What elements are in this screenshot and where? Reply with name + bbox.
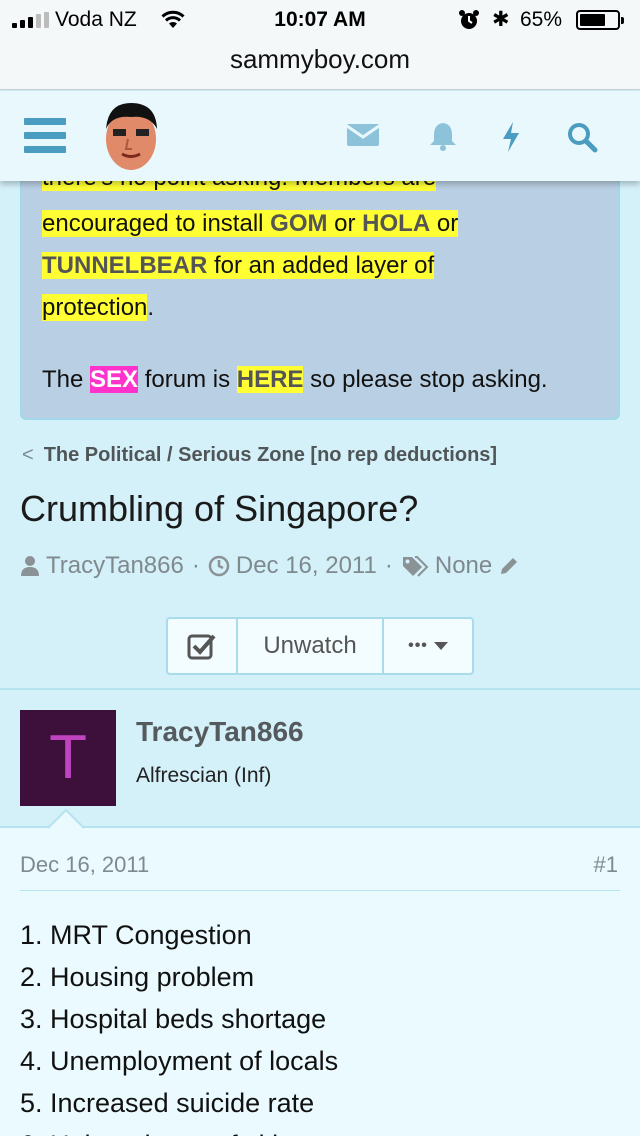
thread-tags: None [434,552,493,579]
checkbox-icon [187,634,216,660]
meta-separator: · [384,552,393,579]
bluetooth-icon: ✱ [492,8,510,31]
caret-down-icon [433,642,448,650]
bell-icon[interactable] [429,121,457,151]
post-username[interactable]: TracyTan866 [136,716,304,748]
notice-line-5: The SEX forum is HERE so please stop ask… [42,366,548,393]
post-date[interactable]: Dec 16, 2011 [20,852,149,878]
thread-actions: Unwatch ••• [166,617,474,675]
gom-link[interactable]: GOM [270,210,328,237]
breadcrumb[interactable]: < The Political / Serious Zone [no rep de… [22,444,497,467]
list-item: 6. Unhappiness of citizens [20,1124,338,1136]
address-bar[interactable]: sammyboy.com [0,40,640,90]
envelope-icon[interactable] [346,121,380,149]
post-number[interactable]: #1 [594,852,618,878]
notice-line-2: encouraged to install GOM or HOLA or [42,210,459,237]
user-icon [21,556,39,576]
list-item: 1. MRT Congestion [20,920,252,950]
site-logo-avatar[interactable] [98,99,164,173]
sex-forum-link[interactable]: SEX [90,366,139,393]
post-user-bar: T TracyTan866 Alfrescian (Inf) [0,690,640,828]
thread-date-link[interactable]: Dec 16, 2011 [236,552,377,580]
url-text: sammyboy.com [229,44,411,74]
tunnelbear-link[interactable]: TUNNELBEAR [42,252,208,279]
unwatch-button[interactable]: Unwatch [238,619,384,673]
divider [20,890,620,891]
notice-line-4: protection. [42,294,155,321]
thread-title: Crumbling of Singapore? [20,488,419,529]
list-item: 3. Hospital beds shortage [20,1004,327,1034]
chevron-left-icon: < [22,444,34,466]
battery-icon [576,10,624,30]
thread-meta: TracyTan866 · Dec 16, 2011 · None [20,552,526,580]
list-item: 5. Increased suicide rate [20,1088,315,1118]
here-link[interactable]: HERE [236,366,304,393]
more-options-button[interactable]: ••• [384,619,472,673]
battery-percent: 65% [520,8,563,31]
post-user-title: Alfrescian (Inf) [136,764,272,787]
list-item: 2. Housing problem [20,962,255,992]
pencil-icon[interactable] [498,555,520,577]
avatar[interactable]: T [20,710,116,806]
notice-line-3: TUNNELBEAR for an added layer of [42,252,435,279]
site-header [0,91,640,181]
menu-icon[interactable] [24,118,66,154]
more-options-label: ••• [408,637,428,654]
select-checkbox-button[interactable] [168,619,238,673]
search-icon[interactable] [566,121,598,153]
alarm-icon [459,10,479,29]
post: T TracyTan866 Alfrescian (Inf) Dec 16, 2… [0,688,640,1136]
clock-icon [208,555,230,577]
tags-icon [402,556,429,577]
status-bar: Voda NZ 10:07 AM ✱ 65% [0,0,640,40]
user-bar-pointer [48,808,84,829]
meta-separator: · [191,552,200,579]
breadcrumb-forum-link[interactable]: The Political / Serious Zone [no rep ded… [44,444,497,466]
post-body: 1. MRT Congestion 2. Housing problem 3. … [20,914,338,1136]
thread-author-link[interactable]: TracyTan866 [46,552,184,580]
hola-link[interactable]: HOLA [362,210,431,237]
bolt-icon[interactable] [500,121,522,153]
list-item: 4. Unemployment of locals [20,1046,339,1076]
